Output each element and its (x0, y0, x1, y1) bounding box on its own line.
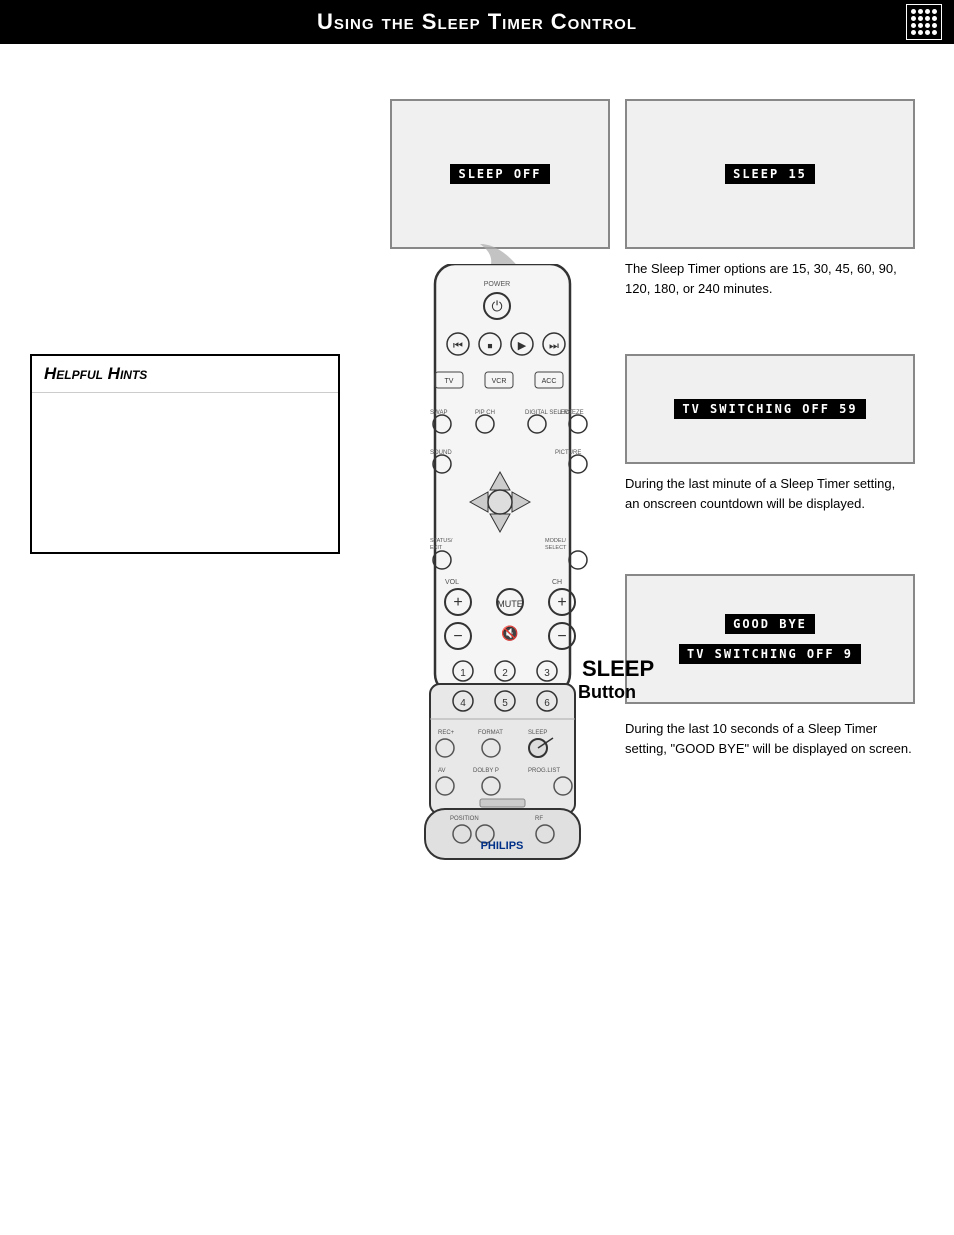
svg-text:FORMAT: FORMAT (478, 730, 503, 736)
dot (925, 23, 930, 28)
screen-goodbye-text1: GOOD BYE (725, 614, 815, 634)
svg-text:−: − (557, 628, 566, 645)
dot (925, 16, 930, 21)
svg-text:TV: TV (445, 378, 454, 385)
svg-text:ACC: ACC (542, 378, 557, 385)
svg-text:⏻: ⏻ (491, 298, 502, 314)
dot (918, 23, 923, 28)
svg-text:CH: CH (552, 579, 562, 586)
svg-text:MUTE: MUTE (497, 599, 523, 609)
dot (911, 30, 916, 35)
screen-sleep-15: SLEEP 15 (625, 99, 915, 249)
screen-sleep-15-text: SLEEP 15 (725, 164, 815, 184)
svg-text:5: 5 (502, 698, 508, 709)
dot (932, 30, 937, 35)
svg-text:1: 1 (460, 668, 466, 679)
dot (911, 23, 916, 28)
svg-text:SELECT: SELECT (545, 545, 567, 551)
svg-text:VOL: VOL (445, 579, 459, 586)
svg-text:▶: ▶ (518, 340, 527, 352)
svg-text:⏮: ⏮ (453, 340, 463, 352)
countdown-desc: During the last minute of a Sleep Timer … (625, 474, 905, 513)
screen-sleep-off-text: SLEEP OFF (450, 164, 549, 184)
header-icon (906, 4, 942, 40)
svg-text:MODEL/: MODEL/ (545, 538, 567, 544)
screen-sleep-off: SLEEP OFF (390, 99, 610, 249)
svg-text:REC+: REC+ (438, 730, 455, 736)
dot (911, 9, 916, 14)
svg-text:⏭: ⏭ (549, 340, 559, 352)
svg-text:DOLBY P: DOLBY P (473, 768, 499, 774)
svg-text:⏹: ⏹ (488, 341, 493, 352)
svg-text:PHILIPS: PHILIPS (481, 840, 524, 852)
dot (918, 9, 923, 14)
dot (918, 16, 923, 21)
dot (932, 9, 937, 14)
page-header: Using the Sleep Timer Control (0, 0, 954, 44)
dot (925, 30, 930, 35)
svg-text:AV: AV (438, 768, 446, 774)
screen-goodbye-text2: TV SWITCHING OFF 9 (679, 644, 861, 664)
remote-control: POWER ⏻ ⏮ ⏹ ▶ ⏭ (415, 264, 590, 869)
svg-text:STATUS/: STATUS/ (430, 538, 453, 544)
screen-switching-off-59: TV SWITCHING OFF 59 (625, 354, 915, 464)
svg-text:POWER: POWER (484, 281, 510, 288)
svg-text:2: 2 (502, 668, 508, 679)
svg-text:4: 4 (460, 698, 466, 709)
page-title: Using the Sleep Timer Control (317, 9, 637, 35)
dot (911, 16, 916, 21)
svg-text:+: + (453, 594, 462, 611)
screen-switching-off-59-text: TV SWITCHING OFF 59 (674, 399, 865, 419)
svg-text:RF: RF (535, 816, 543, 822)
remote-svg: POWER ⏻ ⏮ ⏹ ▶ ⏭ (415, 264, 590, 864)
main-content: SLEEP OFF SLEEP 15 The Sleep Timer optio… (0, 44, 954, 1235)
svg-text:🔇: 🔇 (501, 625, 518, 642)
dot (932, 23, 937, 28)
screen-goodbye: GOOD BYE TV SWITCHING OFF 9 (625, 574, 915, 704)
svg-text:3: 3 (544, 668, 550, 679)
dot (932, 16, 937, 21)
dot (925, 9, 930, 14)
svg-text:6: 6 (544, 698, 550, 709)
dot (918, 30, 923, 35)
svg-text:PROG.LIST: PROG.LIST (528, 768, 560, 774)
svg-text:EXIT: EXIT (430, 545, 443, 551)
helpful-hints-title: Helpful Hints (32, 356, 338, 393)
sleep-button-label: SLEEP (582, 656, 654, 682)
svg-text:−: − (453, 628, 462, 645)
goodbye-desc: During the last 10 seconds of a Sleep Ti… (625, 719, 915, 758)
svg-text:POSITION: POSITION (450, 816, 479, 822)
helpful-hints-box: Helpful Hints (30, 354, 340, 554)
svg-text:+: + (557, 594, 566, 611)
svg-text:SLEEP: SLEEP (528, 730, 547, 736)
sleep-timer-options-desc: The Sleep Timer options are 15, 30, 45, … (625, 259, 905, 298)
svg-text:VCR: VCR (492, 378, 507, 385)
